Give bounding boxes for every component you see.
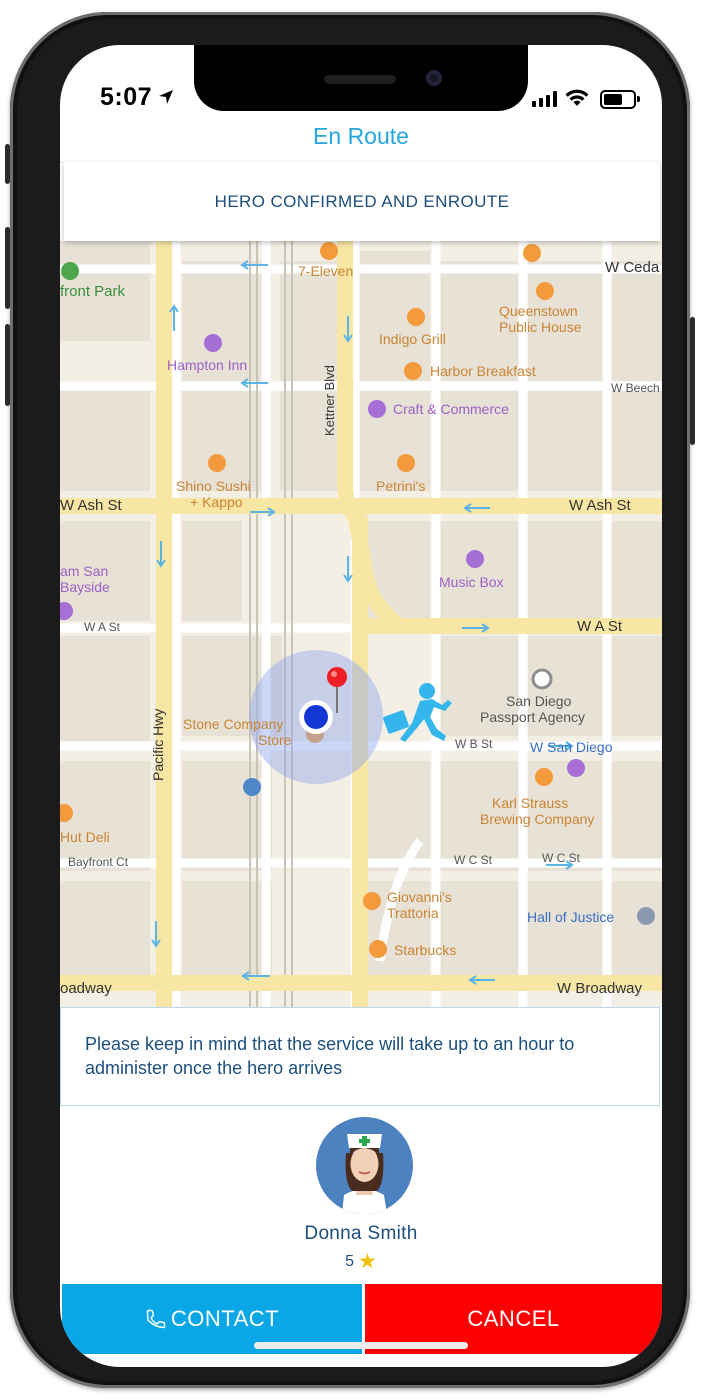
map-label-karl-2: Brewing Company xyxy=(480,811,595,827)
map-label-hut-deli: Hut Deli xyxy=(60,829,110,845)
map-label-pacific-hwy: Pacific Hwy xyxy=(150,708,166,781)
speaker xyxy=(324,75,396,84)
map-label-w-b-st: W B St xyxy=(455,737,493,751)
map-view[interactable]: front Park 7-Eleven W Ceda Queenstown Pu… xyxy=(60,241,662,1007)
map-label-kettner-blvd: Kettner Blvd xyxy=(322,365,337,436)
hero-rating: 5 ★ xyxy=(60,1249,662,1274)
map-label-w-cedar: W Ceda xyxy=(605,259,660,276)
map-label-w-ash-right: W Ash St xyxy=(569,497,631,514)
map-label-hampton-inn: Hampton Inn xyxy=(167,357,248,373)
map-label-indigo-grill: Indigo Grill xyxy=(379,331,446,347)
contact-label: CONTACT xyxy=(170,1306,280,1331)
home-indicator[interactable] xyxy=(254,1342,468,1349)
hero-profile: Donna Smith 5 ★ xyxy=(60,1107,662,1277)
map-label-giovanni-2: Trattoria xyxy=(387,905,439,921)
status-time: 5:07 xyxy=(100,83,153,111)
nurse-avatar-icon xyxy=(316,1117,413,1214)
map-label-stone-1: Stone Company xyxy=(183,716,284,732)
phone-icon xyxy=(146,1309,166,1329)
map-label-karl-1: Karl Strauss xyxy=(492,795,569,811)
map-label-queenstown-2: Public House xyxy=(499,319,582,335)
battery-icon xyxy=(600,90,640,109)
phone-frame: 5:07 En Route HERO CONFIRMED AND ENROUTE xyxy=(5,12,695,1388)
map-label-giovanni-1: Giovanni's xyxy=(387,889,452,905)
map-label-craft-commerce: Craft & Commerce xyxy=(393,401,509,417)
map-label-hall-of-justice: Hall of Justice xyxy=(527,909,615,925)
power-button xyxy=(690,317,695,445)
map-label-park: front Park xyxy=(60,283,126,300)
wifi-icon xyxy=(565,89,589,106)
map-label-harbor-breakfast: Harbor Breakfast xyxy=(430,363,536,379)
notch xyxy=(194,45,528,111)
map-label-seven-eleven: 7-Eleven xyxy=(298,263,354,279)
status-banner: HERO CONFIRMED AND ENROUTE xyxy=(64,162,660,241)
map-label-broadway-left: oadway xyxy=(60,980,112,997)
map-label-sam-san-1: am San xyxy=(60,563,109,579)
page-title: En Route xyxy=(313,123,409,149)
location-arrow-icon xyxy=(159,90,173,104)
rating-value: 5 xyxy=(345,1253,355,1270)
hero-name: Donna Smith xyxy=(304,1223,418,1244)
map-label-broadway-right: W Broadway xyxy=(557,980,643,997)
map-label-starbucks: Starbucks xyxy=(394,942,457,958)
map-label-w-c-mid: W C St xyxy=(454,853,492,867)
map-label-bayfront-ct: Bayfront Ct xyxy=(68,855,129,869)
volume-up-button xyxy=(5,227,10,309)
map-label-w-c-right: W C St xyxy=(542,851,580,865)
mute-switch xyxy=(5,144,10,184)
map-label-passport-2: Passport Agency xyxy=(480,709,586,725)
map-label-music-box: Music Box xyxy=(439,574,504,590)
map-label-w-beech: W Beech xyxy=(611,381,660,395)
map-label-w-ash-left: W Ash St xyxy=(60,497,122,514)
map-label-stone-2: Store xyxy=(258,732,292,748)
service-notice: Please keep in mind that the service wil… xyxy=(60,1007,660,1106)
map-label-queenstown-1: Queenstown xyxy=(499,303,578,319)
star-icon: ★ xyxy=(358,1250,377,1273)
front-camera xyxy=(426,70,442,86)
map-label-w-san-diego: W San Diego xyxy=(530,739,613,755)
cellular-signal-icon xyxy=(532,91,557,107)
app-screen: 5:07 En Route HERO CONFIRMED AND ENROUTE xyxy=(60,45,662,1367)
map-label-shino-2: + Kappo xyxy=(190,494,243,510)
map-streets xyxy=(60,241,662,1007)
map-label-w-a-left: W A St xyxy=(84,620,121,634)
cancel-label: CANCEL xyxy=(467,1306,560,1331)
map-label-sam-san-2: Bayside xyxy=(60,579,110,595)
map-label-passport-1: San Diego xyxy=(506,693,572,709)
map-label-petrinis: Petrini's xyxy=(376,478,426,494)
volume-down-button xyxy=(5,324,10,406)
hero-avatar xyxy=(316,1117,413,1214)
map-label-w-a-right: W A St xyxy=(577,618,623,635)
map-label-shino-1: Shino Sushi xyxy=(176,478,251,494)
